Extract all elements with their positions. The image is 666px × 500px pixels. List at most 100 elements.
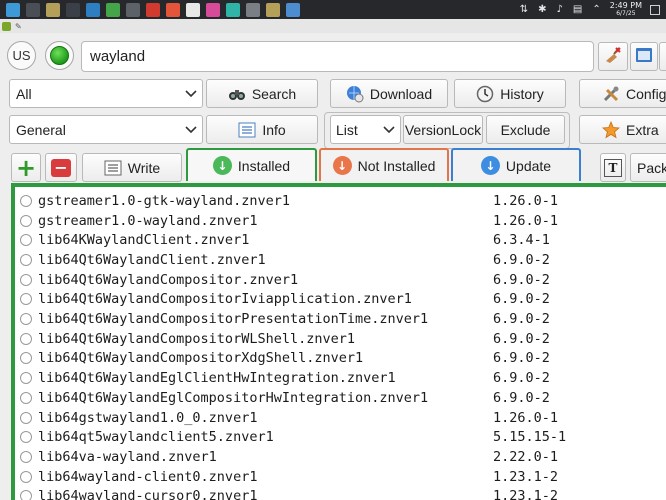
package-row[interactable]: lib64Qt6WaylandEglCompositorHwIntegratio…: [15, 388, 666, 408]
package-row[interactable]: lib64qt5waylandclient5.znver1 5.15.15-1: [15, 427, 666, 447]
app-icon[interactable]: [246, 2, 260, 17]
info-button[interactable]: Info: [206, 115, 318, 144]
package-row[interactable]: lib64Qt6WaylandCompositorXdgShell.znver1…: [15, 349, 666, 369]
search-input[interactable]: [81, 41, 594, 72]
package-checkbox[interactable]: [20, 293, 32, 306]
volume-icon[interactable]: ♪: [557, 4, 563, 15]
download-button[interactable]: Download: [330, 79, 448, 108]
status-go-button[interactable]: [45, 41, 74, 70]
package-row[interactable]: lib64wayland-cursor0.znver1 1.23.1-2: [15, 487, 666, 500]
package-checkbox[interactable]: [20, 273, 32, 286]
config-button[interactable]: Config: [579, 79, 666, 108]
tab-not-installed[interactable]: ↓ Not Installed: [319, 148, 449, 181]
star-icon: [602, 120, 620, 139]
pack-button[interactable]: Pack: [630, 153, 666, 182]
tray-expand-icon[interactable]: ⌃: [592, 4, 600, 15]
tab-label: Update: [505, 157, 552, 174]
brave-browser-icon[interactable]: [166, 2, 180, 17]
package-checkbox[interactable]: [20, 391, 32, 404]
history-button[interactable]: History: [454, 79, 566, 108]
package-row[interactable]: lib64Qt6WaylandCompositorPresentationTim…: [15, 309, 666, 329]
menu-icon[interactable]: [6, 2, 20, 17]
bluetooth-icon[interactable]: ✱: [538, 4, 546, 15]
network-icon[interactable]: ⇅: [520, 4, 528, 15]
record-icon[interactable]: [146, 2, 160, 17]
taskbar: ⇅ ✱ ♪ ▤ ⌃ 2:49 PM 6/7/25: [0, 0, 666, 19]
tab-label: Not Installed: [357, 157, 436, 174]
clock[interactable]: 2:49 PM 6/7/25: [609, 0, 642, 18]
package-checkbox[interactable]: [20, 470, 32, 483]
package-row[interactable]: lib64wayland-client0.znver1 1.23.1-2: [15, 467, 666, 487]
versionlock-button[interactable]: VersionLock: [403, 115, 483, 144]
extra-button[interactable]: Extra: [579, 115, 666, 144]
package-row[interactable]: lib64va-wayland.znver1 2.22.0-1: [15, 447, 666, 467]
language-button[interactable]: US: [7, 41, 36, 70]
chevron-down-icon: [180, 89, 202, 98]
package-checkbox[interactable]: [20, 253, 32, 266]
tab-installed[interactable]: ↓ Installed: [186, 148, 317, 181]
package-checkbox[interactable]: [20, 352, 32, 365]
package-row[interactable]: lib64Qt6WaylandCompositor.znver1 6.9.0-2: [15, 270, 666, 290]
package-checkbox[interactable]: [20, 450, 32, 463]
remove-button[interactable]: −: [45, 153, 77, 182]
category-select[interactable]: General: [9, 115, 203, 144]
package-row[interactable]: lib64Qt6WaylandClient.znver1 6.9.0-2: [15, 250, 666, 270]
broom-icon: [603, 45, 623, 68]
package-checkbox[interactable]: [20, 313, 32, 326]
package-row[interactable]: lib64Qt6WaylandCompositorIviapplication.…: [15, 290, 666, 310]
package-name: lib64Qt6WaylandCompositorXdgShell.znver1: [38, 350, 364, 367]
text-editor-icon[interactable]: [106, 2, 120, 17]
package-checkbox[interactable]: [20, 411, 32, 424]
desktop-icon[interactable]: [26, 2, 40, 17]
package-checkbox[interactable]: [20, 332, 32, 345]
package-manager-icon[interactable]: [46, 2, 60, 17]
monitor-icon[interactable]: [226, 2, 240, 17]
write-button-label: Write: [127, 159, 161, 176]
package-row[interactable]: lib64KWaylandClient.znver1 6.3.4-1: [15, 230, 666, 250]
overflow-button[interactable]: [659, 42, 666, 71]
package-version: 6.9.0-2: [493, 311, 550, 328]
media-player-icon[interactable]: [126, 2, 140, 17]
package-checkbox[interactable]: [20, 372, 32, 385]
add-button[interactable]: +: [11, 153, 41, 182]
package-version: 6.9.0-2: [493, 271, 550, 288]
package-version: 1.23.1-2: [493, 468, 559, 485]
package-version: 6.9.0-2: [493, 330, 550, 347]
package-name: lib64Qt6WaylandCompositorPresentationTim…: [38, 311, 429, 328]
text-format-button[interactable]: T: [600, 153, 626, 182]
package-row[interactable]: gstreamer1.0-wayland.znver1 1.26.0-1: [15, 211, 666, 231]
green-light-icon: [50, 46, 69, 65]
package-checkbox[interactable]: [20, 234, 32, 247]
chevron-down-icon: [378, 125, 400, 134]
package-checkbox[interactable]: [20, 194, 32, 207]
repo-window-button[interactable]: [630, 42, 658, 71]
clock-time: 2:49 PM: [609, 0, 642, 10]
package-row[interactable]: lib64Qt6WaylandCompositorWLShell.znver1 6…: [15, 329, 666, 349]
package-checkbox[interactable]: [20, 490, 32, 500]
package-checkbox[interactable]: [20, 431, 32, 444]
show-desktop-icon[interactable]: [650, 4, 660, 15]
tab-update[interactable]: ↓ Update: [451, 148, 581, 181]
color-picker-icon[interactable]: [206, 2, 220, 17]
clipboard-icon[interactable]: ▤: [573, 4, 582, 15]
package-name: lib64wayland-client0.znver1: [38, 468, 258, 485]
history-button-label: History: [500, 85, 544, 102]
clear-search-button[interactable]: [598, 42, 628, 71]
document-icon[interactable]: [186, 2, 200, 17]
exclude-button[interactable]: Exclude: [486, 115, 565, 144]
package-manager-icon[interactable]: [266, 2, 280, 17]
package-name: lib64Qt6WaylandCompositorIviapplication.…: [38, 291, 412, 308]
pin-icon[interactable]: ✎: [15, 22, 22, 31]
package-checkbox[interactable]: [20, 214, 32, 227]
package-row[interactable]: lib64Qt6WaylandEglClientHwIntegration.zn…: [15, 368, 666, 388]
terminal-icon[interactable]: [66, 2, 80, 17]
package-row[interactable]: lib64gstwayland1.0_0.znver1 1.26.0-1: [15, 408, 666, 428]
file-manager-icon[interactable]: [86, 2, 100, 17]
package-row[interactable]: gstreamer1.0-gtk-wayland.znver1 1.26.0-1: [15, 191, 666, 211]
search-button[interactable]: Search: [206, 79, 318, 108]
write-button[interactable]: Write: [82, 153, 182, 182]
package-version: 6.9.0-2: [493, 389, 550, 406]
filter-select[interactable]: All: [9, 79, 203, 108]
folder-icon[interactable]: [286, 2, 300, 17]
view-select[interactable]: List: [330, 115, 401, 144]
